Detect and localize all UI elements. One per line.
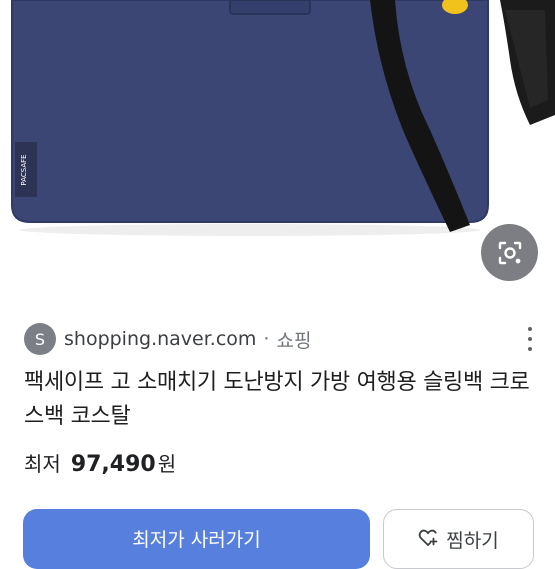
product-title[interactable]: 팩세이프 고 소매치기 도난방지 가방 여행용 슬링백 크로스백 코스탈 — [24, 366, 539, 434]
buy-button-label: 최저가 사러가기 — [132, 529, 261, 551]
site-separator: · — [263, 328, 270, 350]
heart-plus-icon — [418, 528, 438, 548]
site-favicon: S — [24, 323, 56, 355]
svg-text:PACSAFE: PACSAFE — [20, 154, 28, 185]
price-unit: 원 — [157, 452, 177, 476]
product-image[interactable]: PACSAFE — [0, 0, 555, 296]
wishlist-button[interactable]: 찜하기 — [383, 509, 534, 569]
site-favicon-letter: S — [34, 329, 46, 349]
site-category: 쇼핑 — [276, 329, 312, 352]
bag-photo: PACSAFE — [0, 0, 555, 296]
source-row[interactable]: S shopping.naver.com · 쇼핑 — [24, 321, 536, 357]
image-search-button[interactable] — [481, 224, 538, 281]
price-label: 최저 — [24, 452, 61, 476]
price-value: 97,490 — [70, 452, 156, 477]
wishlist-button-label: 찜하기 — [446, 530, 499, 552]
image-search-icon — [498, 241, 521, 264]
more-vert-icon[interactable] — [524, 327, 536, 351]
price-row: 최저 97,490 원 — [24, 448, 176, 482]
site-domain[interactable]: shopping.naver.com — [64, 328, 256, 350]
buy-lowest-price-button[interactable]: 최저가 사러가기 — [23, 509, 370, 569]
